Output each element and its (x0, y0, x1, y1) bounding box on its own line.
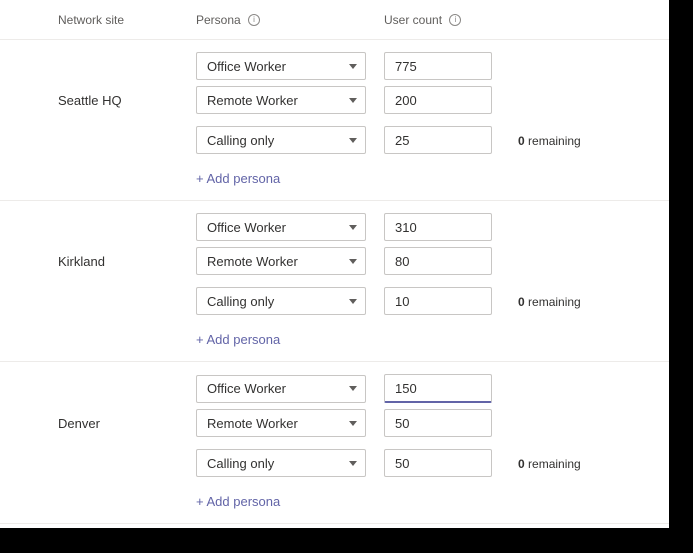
site-block: Office Worker Seattle HQ Remote Worker Call… (0, 40, 669, 201)
persona-row: Calling only 0 remaining (0, 281, 669, 321)
chevron-down-icon (349, 98, 357, 103)
persona-row: Kirkland Remote Worker (0, 241, 669, 281)
user-count-input[interactable] (384, 126, 492, 154)
user-count-input[interactable] (384, 52, 492, 80)
persona-select[interactable]: Office Worker (196, 52, 366, 80)
user-count-input[interactable] (384, 213, 492, 241)
info-icon[interactable]: i (449, 14, 461, 26)
persona-row: Seattle HQ Remote Worker (0, 80, 669, 120)
site-name-cell: Seattle HQ (0, 93, 196, 108)
add-persona-row: + Add persona (0, 160, 669, 200)
chevron-down-icon (349, 299, 357, 304)
persona-select-label: Office Worker (207, 381, 286, 396)
persona-select-label: Office Worker (207, 59, 286, 74)
user-count-input[interactable] (384, 409, 492, 437)
chevron-down-icon (349, 386, 357, 391)
header-network-site: Network site (0, 13, 196, 27)
table-header: Network site Persona i User count i (0, 0, 669, 40)
persona-select-label: Calling only (207, 456, 274, 471)
chevron-down-icon (349, 421, 357, 426)
user-count-input[interactable] (384, 247, 492, 275)
site-name-cell: Denver (0, 416, 196, 431)
persona-row: Denver Remote Worker (0, 403, 669, 443)
persona-select-label: Calling only (207, 133, 274, 148)
persona-select[interactable]: Office Worker (196, 213, 366, 241)
remaining-label: 0 remaining (512, 295, 581, 309)
persona-select[interactable]: Remote Worker (196, 247, 366, 275)
persona-row: Calling only 0 remaining (0, 120, 669, 160)
site-block: Office Worker Kirkland Remote Worker Callin… (0, 201, 669, 362)
add-persona-row: + Add persona (0, 321, 669, 361)
add-persona-link[interactable]: + Add persona (196, 486, 384, 521)
remaining-label: 0 remaining (512, 457, 581, 471)
info-icon[interactable]: i (248, 14, 260, 26)
user-count-input[interactable] (384, 449, 492, 477)
header-user-count: User count i (384, 13, 512, 27)
persona-select-label: Remote Worker (207, 416, 298, 431)
user-count-input[interactable] (384, 287, 492, 315)
header-persona: Persona i (196, 13, 384, 27)
site-name-cell: Kirkland (0, 254, 196, 269)
chevron-down-icon (349, 225, 357, 230)
persona-select[interactable]: Calling only (196, 449, 366, 477)
persona-select[interactable]: Office Worker (196, 375, 366, 403)
persona-select-label: Remote Worker (207, 254, 298, 269)
network-planner-panel: Network site Persona i User count i Offi… (0, 0, 669, 528)
persona-select[interactable]: Remote Worker (196, 409, 366, 437)
chevron-down-icon (349, 259, 357, 264)
chevron-down-icon (349, 461, 357, 466)
user-count-input[interactable] (384, 374, 492, 403)
persona-row: Office Worker (0, 40, 669, 80)
add-persona-link[interactable]: + Add persona (196, 163, 384, 198)
persona-row: Office Worker (0, 201, 669, 241)
user-count-input[interactable] (384, 86, 492, 114)
persona-select[interactable]: Calling only (196, 126, 366, 154)
header-user-count-label: User count (384, 13, 442, 27)
chevron-down-icon (349, 138, 357, 143)
persona-select[interactable]: Calling only (196, 287, 366, 315)
persona-select-label: Remote Worker (207, 93, 298, 108)
remaining-label: 0 remaining (512, 134, 581, 148)
add-persona-row: + Add persona (0, 483, 669, 523)
persona-select-label: Calling only (207, 294, 274, 309)
persona-row: Calling only 0 remaining (0, 443, 669, 483)
chevron-down-icon (349, 64, 357, 69)
persona-row: Office Worker (0, 362, 669, 403)
header-persona-label: Persona (196, 13, 241, 27)
add-persona-link[interactable]: + Add persona (196, 324, 384, 359)
persona-select[interactable]: Remote Worker (196, 86, 366, 114)
site-block: Office Worker Denver Remote Worker Calling … (0, 362, 669, 524)
persona-select-label: Office Worker (207, 220, 286, 235)
